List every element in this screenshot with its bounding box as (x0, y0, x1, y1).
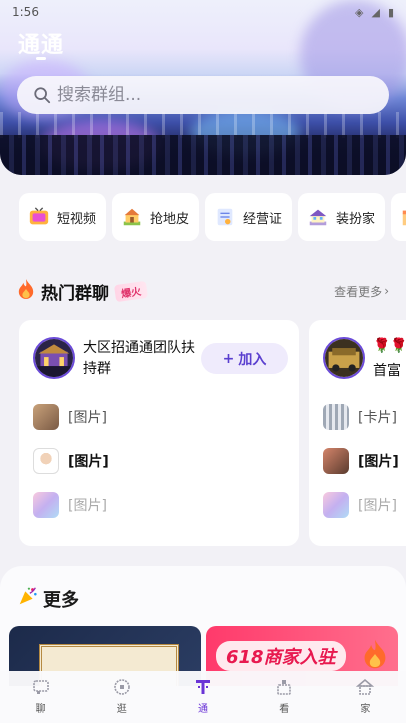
signal-icon: ◢ (371, 5, 380, 19)
message-avatar (323, 448, 349, 474)
message-avatar (33, 448, 59, 474)
group-cards: 大区招通通团队扶持群 + 加入 [图片] [图片] [图片] 🌹🌹 首富 [卡片… (19, 320, 406, 546)
tab-chat[interactable]: 聊 (0, 671, 81, 723)
chip-partial[interactable] (391, 193, 406, 241)
fire-icon (362, 638, 388, 674)
message-row: [图片] (33, 492, 107, 518)
message-row: [卡片] (323, 404, 397, 430)
page-title: 通通 (18, 33, 65, 58)
chip-label: 装扮家 (336, 211, 376, 227)
status-time: 1:56 (12, 5, 39, 19)
chip-label: 经营证 (243, 211, 283, 227)
hero-crowd (0, 135, 406, 175)
house-icon (120, 205, 144, 229)
chip-license[interactable]: 经营证 (205, 193, 293, 241)
tab-label: 聊 (35, 704, 46, 715)
message-avatar (323, 404, 349, 430)
group-name: 首富 (373, 363, 401, 379)
wifi-icon: ◈ (355, 5, 364, 19)
message-row: [图片] (33, 404, 107, 430)
join-label: 加入 (238, 351, 267, 368)
message-text: [图片] (358, 498, 397, 514)
plus-icon: + (222, 350, 235, 367)
shop-icon (399, 205, 406, 229)
message-row: [图片] (33, 448, 109, 474)
promo-text: 618商家入驻 (216, 641, 346, 671)
status-icons: ◈ ◢ ▮ (355, 6, 394, 19)
chip-short-video[interactable]: 短视频 (19, 193, 107, 241)
hot-groups-header: 热门群聊 爆火 查看更多 › (17, 278, 389, 304)
tab-label: 家 (360, 704, 371, 715)
tab-browse[interactable]: 逛 (81, 671, 162, 723)
section-title: 更多 (43, 589, 79, 611)
message-row: [图片] (323, 448, 399, 474)
group-avatar (33, 337, 75, 379)
status-bar: 1:56 ◈ ◢ ▮ (0, 0, 406, 24)
view-more-link[interactable]: 查看更多 › (334, 283, 389, 300)
chip-decorate[interactable]: 装扮家 (298, 193, 386, 241)
search-icon (34, 87, 51, 104)
watch-icon (277, 680, 292, 695)
battery-icon: ▮ (387, 5, 394, 19)
chat-icon (32, 680, 49, 694)
home-icon (356, 678, 375, 695)
tab-tongtong[interactable]: 通 (162, 671, 243, 723)
message-avatar (323, 492, 349, 518)
certificate-icon (213, 205, 237, 229)
section-title: 热门群聊 (41, 283, 109, 304)
bottom-tab-bar: 聊 逛 通 看 家 (0, 671, 406, 723)
group-card[interactable]: 大区招通通团队扶持群 + 加入 [图片] [图片] [图片] (19, 320, 299, 546)
home-decor-icon (306, 205, 330, 229)
view-more-label: 查看更多 (334, 284, 383, 299)
message-avatar (33, 492, 59, 518)
tongtong-icon (196, 680, 210, 694)
message-text: [图片] (358, 454, 399, 470)
group-avatar (323, 337, 365, 379)
feature-chips: 短视频 抢地皮 经营证 装扮家 (19, 193, 406, 241)
message-text: [卡片] (358, 410, 397, 426)
tab-label: 看 (279, 704, 290, 715)
join-button[interactable]: + 加入 (201, 343, 288, 374)
chip-label: 抢地皮 (150, 211, 190, 227)
group-name-prefix: 🌹🌹 (373, 338, 406, 354)
message-avatar (33, 404, 59, 430)
message-text: [图片] (68, 454, 109, 470)
chevron-right-icon: › (384, 284, 389, 298)
fire-icon (17, 278, 35, 304)
tab-watch[interactable]: 看 (244, 671, 325, 723)
tab-home[interactable]: 家 (325, 671, 406, 723)
message-text: [图片] (68, 410, 107, 426)
chip-label: 短视频 (57, 211, 97, 227)
search-input[interactable] (57, 85, 357, 105)
tab-label: 通 (198, 704, 208, 715)
group-card[interactable]: 🌹🌹 首富 [卡片] [图片] [图片] (309, 320, 406, 546)
hot-badge: 爆火 (113, 280, 149, 302)
message-row: [图片] (323, 492, 397, 518)
message-text: [图片] (68, 498, 107, 514)
party-popper-icon (17, 585, 39, 612)
more-header: 更多 (17, 585, 79, 612)
tv-icon (27, 205, 51, 229)
search-bar[interactable] (17, 76, 389, 114)
chip-land-grab[interactable]: 抢地皮 (112, 193, 200, 241)
tab-label: 逛 (116, 704, 127, 715)
browse-icon (113, 679, 130, 695)
group-name: 大区招通通团队扶持群 (83, 340, 195, 377)
title-underline (36, 57, 46, 60)
